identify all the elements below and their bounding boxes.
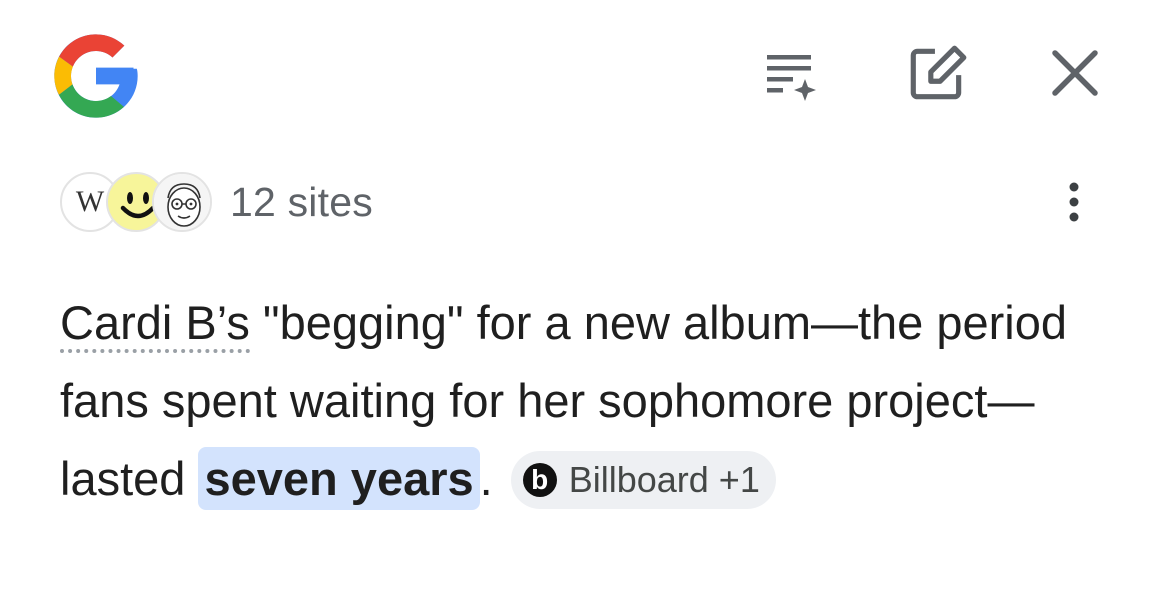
more-vert-icon [1069,182,1079,222]
more-options-button[interactable] [1052,172,1096,232]
citation-chip[interactable]: b Billboard +1 [510,451,776,509]
ai-overview-panel: W 12 sites Cardi B’s "begging" for a new… [0,0,1170,608]
edit-square-icon [910,45,967,100]
playlist-sparkle-icon [767,55,816,101]
google-logo-icon [46,26,146,126]
entity-link[interactable]: Cardi B’s [60,296,250,353]
close-button[interactable] [1040,38,1110,108]
highlighted-answer: seven years [198,447,480,510]
cartoon-face-icon [152,172,212,232]
edit-button[interactable] [902,38,972,108]
sources-button[interactable]: W 12 sites [60,172,373,232]
close-icon [1052,50,1098,96]
answer-period: . [479,452,493,505]
sources-count: 12 sites [230,178,373,225]
answer-text: Cardi B’s "begging" for a new album—the … [60,284,1130,518]
citation-label: Billboard +1 [568,459,760,500]
billboard-icon: b [522,463,557,497]
playlist-sparkle-button[interactable] [754,38,824,108]
